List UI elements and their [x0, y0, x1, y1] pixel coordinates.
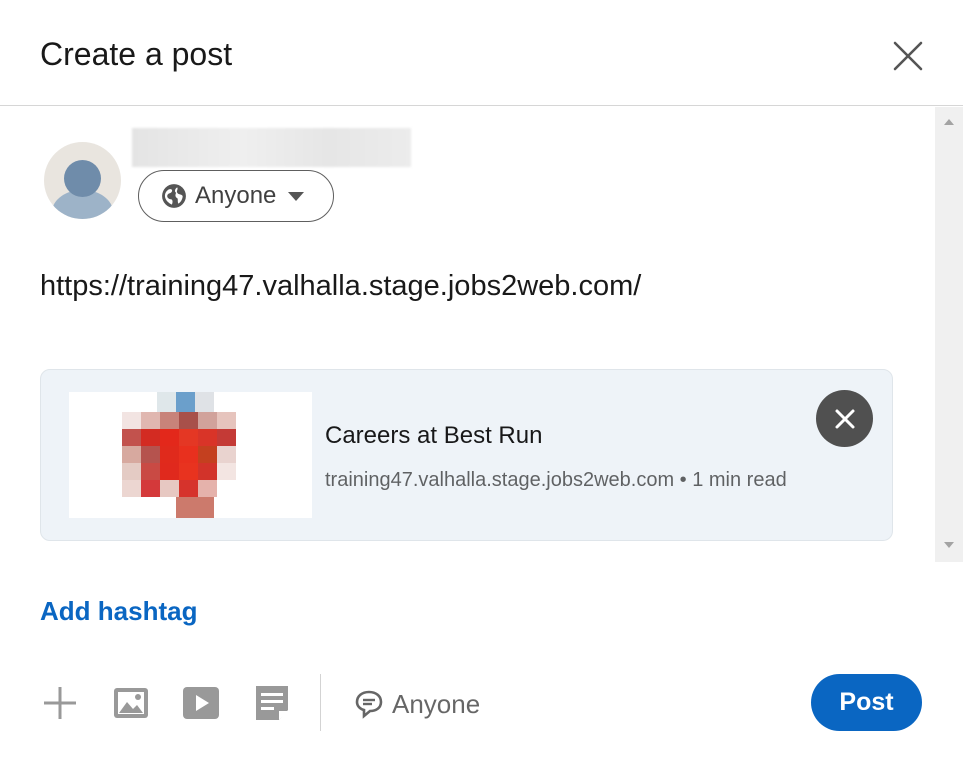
dialog-title: Create a post: [40, 36, 233, 72]
audience-selector-button[interactable]: Anyone: [138, 170, 334, 222]
toolbar-divider: [320, 674, 321, 731]
add-photo-button[interactable]: [111, 683, 151, 723]
comment-control-button[interactable]: Anyone: [354, 686, 480, 722]
scroll-down-icon[interactable]: [944, 542, 954, 548]
link-preview-image: [69, 392, 312, 518]
add-more-button[interactable]: [40, 683, 80, 723]
add-hashtag-link[interactable]: Add hashtag: [40, 596, 197, 627]
scroll-up-icon[interactable]: [944, 119, 954, 125]
audience-label: Anyone: [195, 182, 277, 209]
scrollbar[interactable]: [935, 107, 963, 562]
caret-down-icon: [288, 191, 305, 201]
close-dialog-button[interactable]: [886, 34, 930, 78]
author-name-redacted: [132, 128, 411, 167]
add-video-button[interactable]: [181, 683, 221, 723]
image-icon: [114, 688, 148, 718]
avatar: [44, 142, 121, 219]
link-preview-title: Careers at Best Run: [325, 422, 543, 449]
dialog-header: Create a post: [0, 0, 963, 106]
globe-icon: [162, 184, 186, 208]
add-document-button[interactable]: [252, 683, 292, 723]
remove-preview-button[interactable]: [816, 390, 873, 447]
link-preview-card: Careers at Best Run training47.valhalla.…: [40, 369, 893, 541]
post-button[interactable]: Post: [811, 674, 922, 731]
plus-icon: [44, 687, 76, 719]
document-icon: [256, 686, 288, 720]
video-icon: [183, 687, 219, 719]
close-icon: [835, 409, 854, 428]
post-text-editor[interactable]: https://training47.valhalla.stage.jobs2w…: [40, 270, 641, 303]
comment-audience-label: Anyone: [392, 688, 481, 719]
comment-icon: [355, 690, 383, 719]
link-preview-subtitle: training47.valhalla.stage.jobs2web.com •…: [325, 469, 787, 491]
close-icon: [893, 41, 923, 71]
